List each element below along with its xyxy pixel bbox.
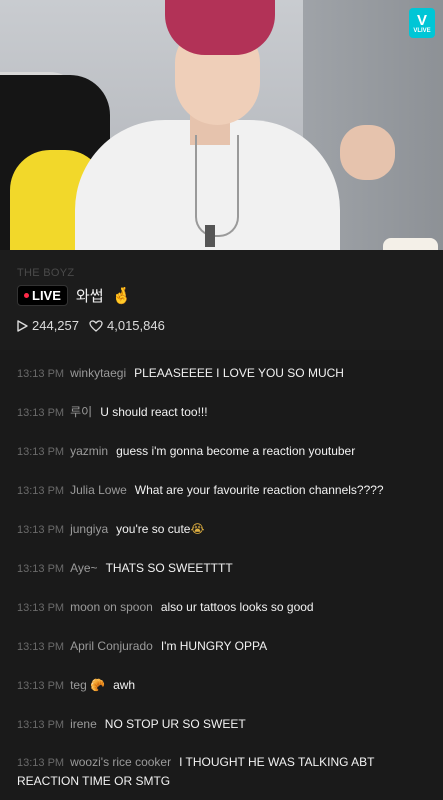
vlive-logo-mark: V: [416, 11, 427, 29]
chat-username[interactable]: teg 🥐: [70, 678, 105, 692]
video-person-hair: [165, 0, 275, 55]
chat-username[interactable]: Julia Lowe: [70, 483, 127, 497]
view-count: 244,257: [17, 318, 79, 333]
play-icon: [17, 319, 28, 332]
chat-time: 13:13 PM: [17, 524, 65, 536]
chat-username[interactable]: jungiya: [70, 522, 108, 536]
broadcast-title: 와썹: [75, 288, 104, 305]
chat-text: What are your favourite reaction channel…: [134, 483, 384, 497]
chat-message: 13:13 PM winkytaegi PLEAASEEEE I LOVE YOU …: [17, 364, 433, 383]
chat-list[interactable]: 13:13 PM winkytaegi PLEAASEEEE I LOVE YOU …: [0, 350, 443, 800]
chat-text: I'm HUNGRY OPPA: [160, 639, 268, 653]
live-dot-icon: [24, 293, 29, 298]
chat-message: 13:13 PM jungiya you're so cute😭: [17, 520, 433, 539]
chat-time: 13:13 PM: [17, 407, 65, 419]
chat-username[interactable]: 루이: [70, 405, 92, 419]
chat-text: THATS SO SWEETTTT: [105, 561, 233, 575]
title-row: LIVE 와썹 🤞: [17, 285, 131, 306]
chat-username[interactable]: winkytaegi: [70, 366, 126, 380]
video-person-hand: [340, 125, 395, 180]
chat-text: you're so cute: [116, 522, 191, 536]
chat-message: 13:13 PM moon on spoon also ur tattoos loo…: [17, 598, 433, 617]
chat-text: guess i'm gonna become a reaction youtub…: [116, 444, 356, 458]
chat-message: 13:13 PM irene NO STOP UR SO SWEET: [17, 715, 433, 734]
chat-message: 13:13 PM Aye~ THATS SO SWEETTTT: [17, 559, 433, 578]
chat-time: 13:13 PM: [17, 368, 65, 380]
chat-message: 13:13 PM teg 🥐 awh: [17, 676, 433, 695]
crying-face-emoji: 😭: [190, 522, 205, 536]
video-cup: [383, 238, 438, 250]
live-badge: LIVE: [17, 285, 68, 306]
video-pendant: [205, 225, 215, 247]
chat-time: 13:13 PM: [17, 757, 65, 769]
chat-time: 13:13 PM: [17, 602, 65, 614]
chat-text: awh: [113, 678, 136, 692]
chat-message: 13:13 PM Julia Lowe What are your favourit…: [17, 481, 433, 500]
crossed-fingers-emoji: 🤞: [111, 287, 132, 305]
like-count-value: 4,015,846: [107, 318, 165, 333]
chat-username[interactable]: yazmin: [70, 444, 108, 458]
chat-username[interactable]: Aye~: [70, 561, 97, 575]
vlive-logo: V VLIVE: [409, 8, 435, 38]
like-count[interactable]: 4,015,846: [89, 318, 165, 333]
chat-message: 13:13 PM 루이 U should react too!!!: [17, 403, 433, 422]
chat-text: NO STOP UR SO SWEET: [104, 717, 246, 731]
live-video[interactable]: V VLIVE: [0, 0, 443, 250]
video-necklace: [195, 135, 239, 237]
broadcast-stats: 244,257 4,015,846: [17, 318, 165, 333]
chat-text: U should react too!!!: [100, 405, 208, 419]
chat-time: 13:13 PM: [17, 485, 65, 497]
view-count-value: 244,257: [32, 318, 79, 333]
chat-text: PLEAASEEEE I LOVE YOU SO MUCH: [134, 366, 344, 380]
chat-time: 13:13 PM: [17, 563, 65, 575]
chat-username[interactable]: April Conjurado: [70, 639, 153, 653]
chat-time: 13:13 PM: [17, 641, 65, 653]
chat-message: 13:13 PM April Conjurado I'm HUNGRY OPPA: [17, 637, 433, 656]
vlive-logo-text: VLIVE: [413, 27, 431, 34]
broadcast-info: THE BOYZ LIVE 와썹 🤞 244,257 4,015,846: [0, 250, 443, 350]
live-label: LIVE: [32, 288, 61, 303]
chat-username[interactable]: irene: [70, 717, 97, 731]
channel-name[interactable]: THE BOYZ: [17, 267, 74, 279]
chat-username[interactable]: woozi's rice cooker: [70, 755, 171, 769]
chat-time: 13:13 PM: [17, 719, 65, 731]
chat-text: also ur tattoos looks so good: [160, 600, 314, 614]
chat-username[interactable]: moon on spoon: [70, 600, 153, 614]
chat-message: 13:13 PM yazmin guess i'm gonna become a r…: [17, 442, 433, 461]
chat-time: 13:13 PM: [17, 680, 65, 692]
heart-icon: [89, 319, 103, 332]
chat-time: 13:13 PM: [17, 446, 65, 458]
chat-message: 13:13 PM woozi's rice cooker I THOUGHT HE …: [17, 753, 433, 790]
